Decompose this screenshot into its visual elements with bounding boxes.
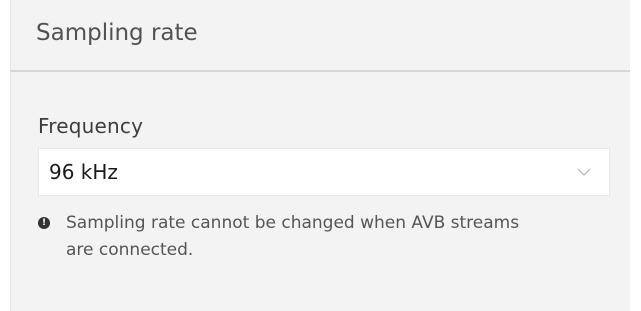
panel-body: Frequency 96 kHz ! Sampling rate cannot … [11, 114, 630, 264]
info-note-text: Sampling rate cannot be changed when AVB… [66, 213, 520, 260]
sampling-rate-panel: Sampling rate Frequency 96 kHz ! Samplin… [10, 0, 630, 311]
info-note: ! Sampling rate cannot be changed when A… [38, 212, 611, 264]
chevron-down-icon [577, 167, 591, 177]
panel-header: Sampling rate [11, 0, 630, 72]
panel-title: Sampling rate [36, 20, 198, 46]
info-icon: ! [38, 217, 50, 229]
frequency-selected-value: 96 kHz [49, 160, 118, 184]
chevron-down-svg [577, 168, 591, 176]
frequency-label: Frequency [38, 114, 144, 138]
frequency-select[interactable]: 96 kHz [38, 148, 610, 196]
